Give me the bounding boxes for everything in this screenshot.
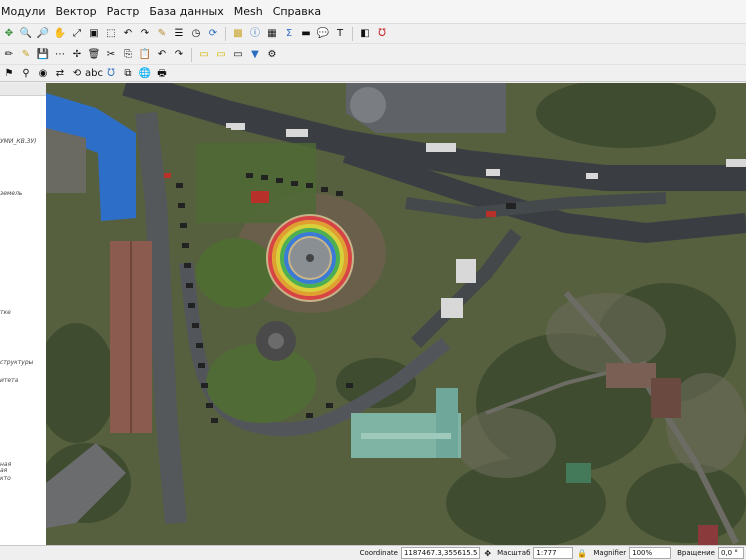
annotation-icon[interactable]: ▩ xyxy=(231,27,245,41)
menu-mesh[interactable]: Mesh xyxy=(229,5,268,18)
copy-icon[interactable]: ⎘ xyxy=(121,48,135,62)
save-edits-icon[interactable]: 💾 xyxy=(36,48,50,62)
menu-database[interactable]: База данных xyxy=(144,5,228,18)
zoom-last-icon[interactable]: ↶ xyxy=(121,27,135,41)
digitize-icon[interactable]: ⋯ xyxy=(53,48,67,62)
print-layout-icon[interactable]: 🖶 xyxy=(155,67,169,81)
change-label-icon[interactable]: abc xyxy=(85,67,103,81)
map-canvas[interactable] xyxy=(46,83,746,545)
cut-icon[interactable]: ✂ xyxy=(104,48,118,62)
temporal-icon[interactable]: ◷ xyxy=(189,27,203,41)
separator xyxy=(191,47,192,62)
select-features-icon[interactable]: ▭ xyxy=(197,48,211,62)
rotation-label: Вращение xyxy=(677,549,715,557)
layer-label[interactable]: УМИ_КВ.ЗУ) xyxy=(0,138,36,145)
settings-icon[interactable]: ⚙ xyxy=(265,48,279,62)
separator xyxy=(352,26,353,41)
current-edits-icon[interactable]: ✏ xyxy=(2,48,16,62)
magnifier-label: Magnifier xyxy=(593,549,627,557)
show-labels-icon[interactable]: ◉ xyxy=(36,67,50,81)
layers-panel: УМИ_КВ.ЗУ) земель тке структуры итета на… xyxy=(0,83,47,545)
redo-icon[interactable]: ↷ xyxy=(172,48,186,62)
layer-label[interactable]: ая xyxy=(0,467,7,474)
refresh-icon[interactable]: ⟳ xyxy=(206,27,220,41)
layer-label[interactable]: структуры xyxy=(0,359,33,366)
navigation-toolbar: ✥ 🔍 🔎 ✋ ⤢ ▣ ⬚ ↶ ↷ ✎ ☰ ◷ ⟳ ▩ ⓘ ▦ Σ ▬ 💬 T … xyxy=(0,24,746,44)
plugins-icon[interactable]: ⧉ xyxy=(121,67,135,81)
layer-label[interactable]: земель xyxy=(0,190,22,197)
label-tool-icon[interactable]: ⚑ xyxy=(2,67,16,81)
scale-label: Масштаб xyxy=(497,549,531,557)
menu-raster[interactable]: Растр xyxy=(102,5,145,18)
vertex-tool-icon[interactable]: ✢ xyxy=(70,48,84,62)
text-annotation-icon[interactable]: T xyxy=(333,27,347,41)
deselect-icon[interactable]: ▭ xyxy=(231,48,245,62)
measure-icon[interactable]: ▬ xyxy=(299,27,313,41)
separator xyxy=(225,26,226,41)
paste-icon[interactable]: 📋 xyxy=(138,48,152,62)
new-bookmark-icon[interactable]: ✎ xyxy=(155,27,169,41)
panel-header xyxy=(0,83,46,96)
menu-modules[interactable]: Модули xyxy=(0,5,51,18)
add-layer-icon[interactable]: ✥ xyxy=(2,27,16,41)
filter-icon[interactable]: ▼ xyxy=(248,48,262,62)
rotate-label-icon[interactable]: ⟲ xyxy=(70,67,84,81)
map-tips-icon[interactable]: 💬 xyxy=(316,27,330,41)
zoom-selection-icon[interactable]: ⬚ xyxy=(104,27,118,41)
select-value-icon[interactable]: ▭ xyxy=(214,48,228,62)
show-bookmarks-icon[interactable]: ☰ xyxy=(172,27,186,41)
pan-icon[interactable]: ✋ xyxy=(53,27,67,41)
menu-help[interactable]: Справка xyxy=(268,5,326,18)
statistics-icon[interactable]: Σ xyxy=(282,27,296,41)
undo-icon[interactable]: ↶ xyxy=(155,48,169,62)
label-toolbar: ⚑ ⚲ ◉ ⇄ ⟲ abc ᘮ ⧉ 🌐 🖶 xyxy=(0,66,746,82)
identify-icon[interactable]: ⓘ xyxy=(248,27,262,41)
python-console-icon[interactable]: ᘮ xyxy=(104,67,118,81)
zoom-full-icon[interactable]: ⤢ xyxy=(70,27,84,41)
label-icon[interactable]: ◧ xyxy=(358,27,372,41)
attribute-table-icon[interactable]: ▦ xyxy=(265,27,279,41)
zoom-out-icon[interactable]: 🔎 xyxy=(36,27,50,41)
layer-label[interactable]: итета xyxy=(0,377,18,384)
aerial-imagery xyxy=(46,83,746,545)
toggle-editing-icon[interactable]: ✎ xyxy=(19,48,33,62)
zoom-in-icon[interactable]: 🔍 xyxy=(19,27,33,41)
globe-icon[interactable]: 🌐 xyxy=(138,67,152,81)
menu-vector[interactable]: Вектор xyxy=(51,5,102,18)
scale-icon: ✥ xyxy=(484,548,492,558)
zoom-layer-icon[interactable]: ▣ xyxy=(87,27,101,41)
layer-label[interactable]: тке xyxy=(0,309,11,316)
status-bar: Coordinate 1187467.3,355615.5 ✥ Масштаб … xyxy=(0,545,746,560)
move-label-icon[interactable]: ⇄ xyxy=(53,67,67,81)
pin-labels-icon[interactable]: ⚲ xyxy=(19,67,33,81)
lock-scale-icon[interactable]: 🔒 xyxy=(577,549,587,558)
coordinate-label: Coordinate xyxy=(359,549,398,557)
magnifier-field[interactable]: 100% xyxy=(629,547,672,559)
zoom-next-icon[interactable]: ↷ xyxy=(138,27,152,41)
python-icon[interactable]: ᘮ xyxy=(375,27,389,41)
editing-toolbar: ✏ ✎ 💾 ⋯ ✢ 🗑 ✂ ⎘ 📋 ↶ ↷ ▭ ▭ ▭ ▼ ⚙ xyxy=(0,45,746,65)
rotation-field[interactable]: 0,0 ° xyxy=(718,547,744,559)
scale-field[interactable]: 1:777 xyxy=(533,547,574,559)
menu-bar: Модули Вектор Растр База данных Mesh Спр… xyxy=(0,0,746,24)
delete-selected-icon[interactable]: 🗑 xyxy=(87,48,101,62)
coordinate-field[interactable]: 1187467.3,355615.5 xyxy=(400,547,481,559)
layer-label[interactable]: кто xyxy=(0,475,11,482)
